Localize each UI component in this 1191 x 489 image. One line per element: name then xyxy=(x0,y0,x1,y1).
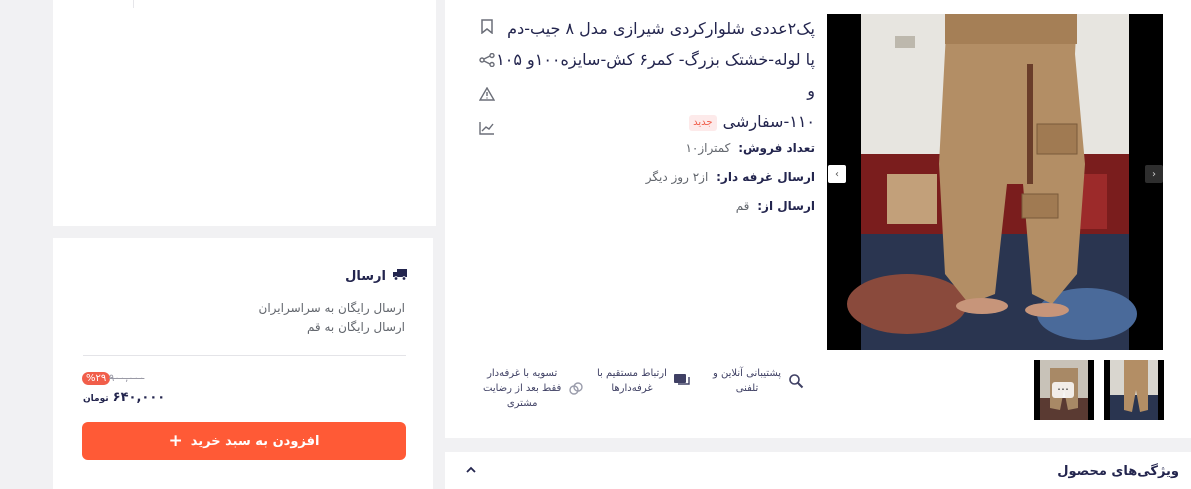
new-badge: جدید xyxy=(689,114,717,131)
new-price: تومان ۶۴۰,۰۰۰ xyxy=(83,390,165,405)
next-image-button[interactable]: › xyxy=(1145,165,1163,183)
feature-text: تسویه با غرفه‌دار فقط بعد از رضایت مشتری xyxy=(483,366,561,411)
chevron-left-icon: ‹ xyxy=(835,168,839,180)
sales-count-label: تعداد فروش: xyxy=(738,141,815,155)
coins-icon xyxy=(567,380,585,398)
shipping-line-city: ارسال رایگان به قم xyxy=(306,320,405,334)
feature-line: تسویه با غرفه‌دار xyxy=(487,368,558,379)
support-icon xyxy=(787,372,805,390)
ship-time-value: از۲ روز دیگر xyxy=(645,170,709,184)
new-price-value: ۶۴۰,۰۰۰ xyxy=(112,390,166,405)
shipping-line-country: ارسال رایگان به سراسرایران xyxy=(258,301,405,315)
feature-text: ارتباط مستقیم با غرفه‌دارها xyxy=(597,366,667,396)
product-main-image[interactable] xyxy=(827,14,1163,350)
report-icon[interactable] xyxy=(478,84,496,104)
feature-contact: ارتباط مستقیم با غرفه‌دارها xyxy=(597,366,691,396)
bookmark-icon[interactable] xyxy=(478,16,496,36)
product-title-line: پک۲عددی شلوارکردی شیرازی مدل ۸ جیب-دم xyxy=(507,19,815,38)
product-thumbnail[interactable] xyxy=(1104,360,1164,420)
feature-settlement: تسویه با غرفه‌دار فقط بعد از رضایت مشتری xyxy=(483,366,585,411)
feature-line: پشتیبانی آنلاین و xyxy=(713,368,782,379)
product-actions xyxy=(478,16,496,138)
feature-line: غرفه‌دارها xyxy=(611,383,653,394)
product-title-line: پا لوله-خشتک بزرگ- کمر۶ کش-سایزه۱۰۰و ۱۰۵… xyxy=(496,50,815,100)
product-features-section[interactable]: ویژگی‌های محصول xyxy=(445,452,1191,489)
shipping-title: ارسال xyxy=(345,267,408,285)
purchase-card: ارسال ارسال رایگان به سراسرایران ارسال ر… xyxy=(53,238,433,489)
divider xyxy=(83,355,406,356)
product-title-line: ۱۱۰-سفارشی جدید xyxy=(485,106,815,137)
seller-card-placeholder xyxy=(53,0,436,226)
chevron-up-icon[interactable] xyxy=(465,464,477,478)
ship-time-row: ارسال غرفه دار: از۲ روز دیگر xyxy=(646,170,815,184)
sales-count-value: کمتراز۱۰ xyxy=(685,141,731,155)
product-features-title: ویژگی‌های محصول xyxy=(1057,464,1179,479)
ship-from-value: قم xyxy=(735,199,750,213)
chat-icon xyxy=(673,372,691,390)
currency-label: تومان xyxy=(83,394,109,404)
product-title: پک۲عددی شلوارکردی شیرازی مدل ۸ جیب-دم پا… xyxy=(485,13,815,137)
share-icon[interactable] xyxy=(478,50,496,70)
add-to-cart-label: افزودن به سبد خرید xyxy=(190,433,320,449)
feature-line: ارتباط مستقیم با xyxy=(597,368,667,379)
feature-text: پشتیبانی آنلاین و تلفنی xyxy=(713,366,781,396)
feature-line: مشتری xyxy=(506,398,538,409)
ship-from-label: ارسال از: xyxy=(757,199,815,213)
old-price: ۹۰۰,۰۰۰ xyxy=(109,373,145,384)
chevron-right-icon: › xyxy=(1152,168,1156,180)
ship-from-row: ارسال از: قم xyxy=(736,199,815,213)
feature-line: تلفنی xyxy=(735,383,759,394)
truck-icon xyxy=(392,267,408,285)
plus-icon: + xyxy=(168,430,183,451)
product-title-tail: ۱۱۰-سفارشی xyxy=(722,112,815,131)
product-thumbnail-more[interactable]: ⋯ xyxy=(1034,360,1094,420)
add-to-cart-button[interactable]: افزودن به سبد خرید + xyxy=(82,422,406,460)
discount-badge: %۲۹ xyxy=(82,372,111,385)
chart-icon[interactable] xyxy=(478,118,496,138)
prev-image-button[interactable]: ‹ xyxy=(828,165,846,183)
feature-support: پشتیبانی آنلاین و تلفنی xyxy=(713,366,805,396)
sales-count-row: تعداد فروش: کمتراز۱۰ xyxy=(685,141,815,155)
ship-time-label: ارسال غرفه دار: xyxy=(716,170,815,184)
product-card: پک۲عددی شلوارکردی شیرازی مدل ۸ جیب-دم پا… xyxy=(445,0,1191,438)
shipping-title-label: ارسال xyxy=(345,268,386,284)
feature-line: فقط بعد از رضایت xyxy=(483,383,562,394)
more-images-icon: ⋯ xyxy=(1052,382,1074,398)
divider xyxy=(133,0,134,8)
